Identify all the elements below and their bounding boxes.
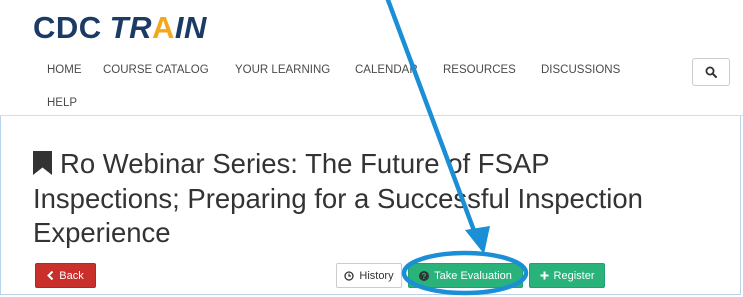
nav-item-discussions[interactable]: DISCUSSIONS [541, 64, 620, 76]
course-title-text-1: Ro Webinar Series: The Future of FSAP [60, 148, 550, 179]
cdc-train-logo[interactable]: CDC TRAIN [33, 10, 207, 48]
nav-item-your-learning[interactable]: YOUR LEARNING [235, 64, 330, 76]
history-button-label: History [359, 269, 394, 282]
logo-train-post: IN [174, 10, 207, 45]
search-icon [705, 66, 717, 78]
take-evaluation-label: Take Evaluation [434, 269, 512, 282]
course-title-line-1: Ro Webinar Series: The Future of FSAP [33, 147, 733, 182]
search-button[interactable] [692, 58, 730, 86]
nav-item-course-catalog[interactable]: COURSE CATALOG [103, 64, 209, 76]
register-button[interactable]: Register [529, 263, 605, 288]
register-button-label: Register [553, 269, 595, 282]
back-button[interactable]: Back [35, 263, 96, 288]
course-title-line-3: Experience [33, 217, 171, 248]
chevron-left-icon [47, 271, 54, 280]
logo-train-pre: TR [109, 10, 152, 45]
nav-item-help[interactable]: HELP [47, 97, 77, 109]
nav-item-home[interactable]: HOME [47, 64, 82, 76]
take-evaluation-button[interactable]: ? Take Evaluation [408, 263, 523, 288]
history-button[interactable]: History [336, 263, 402, 288]
logo-train-caret: A [152, 10, 175, 45]
course-title-line-2: Inspections; Preparing for a Successful … [33, 182, 643, 214]
clock-icon [344, 270, 355, 281]
nav-item-calendar[interactable]: CALENDAR [355, 64, 418, 76]
plus-icon [540, 271, 549, 280]
course-title: Ro Webinar Series: The Future of FSAP In… [33, 147, 733, 251]
nav-item-resources[interactable]: RESOURCES [443, 64, 516, 76]
site-header: CDC TRAIN HOME COURSE CATALOG YOUR LEARNI… [0, 0, 743, 116]
question-circle-icon: ? [419, 270, 430, 281]
logo-train-text: TRAIN [110, 10, 207, 45]
svg-text:?: ? [422, 272, 427, 281]
bookmark-icon[interactable] [33, 151, 52, 175]
back-button-label: Back [59, 269, 84, 282]
logo-cdc-text: CDC [33, 10, 102, 45]
